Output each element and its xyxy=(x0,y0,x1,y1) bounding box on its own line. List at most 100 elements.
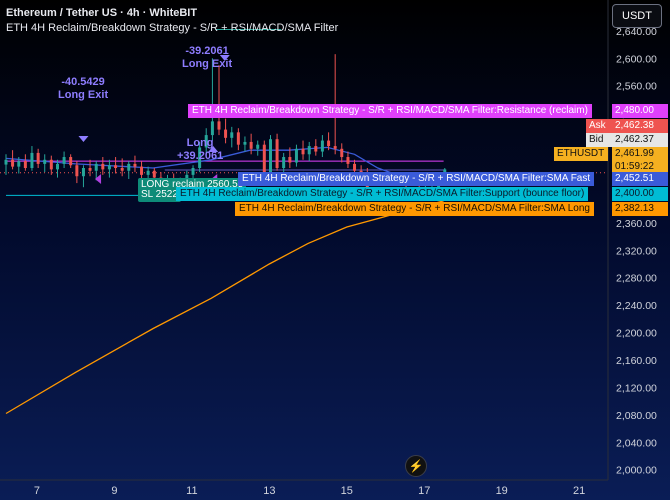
y-tick-label: 2,040.00 xyxy=(616,437,657,449)
candle-body xyxy=(4,159,8,165)
sma-long-label: ETH 4H Reclaim/Breakdown Strategy - S/R … xyxy=(235,202,594,216)
ask-price-tag: 2,462.38 xyxy=(612,119,668,133)
candle-body xyxy=(353,163,357,171)
candle-body xyxy=(346,157,350,164)
lightning-icon[interactable]: ⚡ xyxy=(405,455,427,477)
bid-price-tag: 2,462.37 xyxy=(612,133,668,147)
candle-body xyxy=(301,148,305,155)
candle-body xyxy=(127,163,131,171)
candle-body xyxy=(88,168,92,171)
x-tick-label: 13 xyxy=(263,485,275,497)
candle-body xyxy=(333,146,337,149)
sma-fast-price-tag: 2,452.51 xyxy=(612,172,668,186)
candle-body xyxy=(288,157,292,163)
candle-body xyxy=(43,159,47,164)
indicator-title[interactable]: ETH 4H Reclaim/Breakdown Strategy - S/R … xyxy=(6,22,338,34)
candle-body xyxy=(101,163,105,170)
entry-label: Long xyxy=(186,137,214,149)
candle-body xyxy=(11,159,15,167)
resistance-price-tag: 2,480.00 xyxy=(612,104,668,118)
candle-body xyxy=(294,148,298,163)
candle-body xyxy=(152,170,156,178)
candle-body xyxy=(62,157,66,164)
y-tick-label: 2,360.00 xyxy=(616,218,657,230)
x-tick-label: 17 xyxy=(418,485,430,497)
support-level-label: ETH 4H Reclaim/Breakdown Strategy - S/R … xyxy=(176,187,589,201)
symbol-tag: ETHUSDT xyxy=(554,147,608,161)
candle-body xyxy=(94,163,98,171)
candle-body xyxy=(340,148,344,158)
candle-body xyxy=(36,152,40,164)
candle-body xyxy=(327,140,331,147)
candle-body xyxy=(133,163,137,167)
y-tick-label: 2,000.00 xyxy=(616,465,657,477)
y-tick-label: 2,320.00 xyxy=(616,245,657,257)
y-tick-label: 2,560.00 xyxy=(616,81,657,93)
candle-body xyxy=(307,146,311,155)
candle-body xyxy=(120,168,124,171)
candle-body xyxy=(191,168,195,175)
candle-body xyxy=(56,163,60,170)
current-price: 2,461.99 xyxy=(615,148,654,159)
candle-body xyxy=(49,159,53,170)
sma-fast-label: ETH 4H Reclaim/Breakdown Strategy - S/R … xyxy=(238,172,595,186)
trade-marker xyxy=(78,135,89,142)
entry-value: +39.2061 xyxy=(177,150,224,162)
candle-body xyxy=(217,121,221,130)
exit-value: -40.5429 xyxy=(61,76,105,88)
candle-body xyxy=(314,146,318,152)
x-tick-label: 11 xyxy=(186,485,197,497)
ask-label: Ask xyxy=(586,119,612,133)
candle-body xyxy=(262,144,266,174)
candle-body xyxy=(114,165,118,168)
resistance-level-label: ETH 4H Reclaim/Breakdown Strategy - S/R … xyxy=(188,104,592,118)
long-entry-annotation: Long +39.2061 xyxy=(177,137,223,163)
exit-label: Long Exit xyxy=(58,89,109,101)
support-price-tag: 2,400.00 xyxy=(612,187,668,201)
y-tick-label: 2,280.00 xyxy=(616,273,657,285)
candle-body xyxy=(282,157,286,168)
candle-body xyxy=(30,152,34,168)
currency-button[interactable]: USDT xyxy=(612,4,662,28)
x-tick-label: 9 xyxy=(111,485,117,497)
candle-body xyxy=(140,166,144,175)
stop-loss-flag: SL 2522 xyxy=(138,188,181,202)
x-tick-label: 15 xyxy=(341,485,353,497)
x-tick-label: 19 xyxy=(496,485,508,497)
y-tick-label: 2,080.00 xyxy=(616,410,657,422)
sma-long-price-tag: 2,382.13 xyxy=(612,202,668,216)
y-tick-label: 2,600.00 xyxy=(616,53,657,65)
candle-body xyxy=(81,168,85,177)
long-exit-annotation-1: -40.5429 Long Exit xyxy=(58,76,108,102)
exit-value: -39.2061 xyxy=(185,45,229,57)
current-price-tag: 2,461.99 01:59:22 xyxy=(612,147,668,173)
candle-body xyxy=(256,144,260,149)
x-tick-label: 21 xyxy=(573,485,585,497)
bid-label: Bid xyxy=(586,133,612,147)
x-tick-label: 7 xyxy=(34,485,40,497)
y-tick-label: 2,240.00 xyxy=(616,300,657,312)
candle-body xyxy=(230,132,234,138)
candle-body xyxy=(236,132,240,145)
candle-body xyxy=(224,129,228,138)
exit-label: Long Exit xyxy=(182,58,233,70)
candle-body xyxy=(243,141,247,145)
y-tick-label: 2,200.00 xyxy=(616,328,657,340)
price-chart[interactable]: 2,640.002,600.002,560.002,520.002,480.00… xyxy=(0,0,670,500)
candle-body xyxy=(320,140,324,152)
candle-body xyxy=(107,165,111,170)
candle-body xyxy=(23,161,27,168)
candle-body xyxy=(75,165,79,177)
candle-body xyxy=(268,139,272,174)
candle-body xyxy=(69,157,73,166)
candle-body xyxy=(275,139,279,168)
candle-body xyxy=(249,141,253,149)
symbol-title: Ethereum / Tether US · 4h · WhiteBIT xyxy=(6,7,198,19)
candle-body xyxy=(210,121,214,136)
long-exit-annotation-2: -39.2061 Long Exit xyxy=(182,45,232,71)
y-tick-label: 2,120.00 xyxy=(616,382,657,394)
candle-body xyxy=(17,161,21,167)
y-tick-label: 2,160.00 xyxy=(616,355,657,367)
candle-body xyxy=(146,170,150,175)
sma-long-line xyxy=(5,200,444,415)
